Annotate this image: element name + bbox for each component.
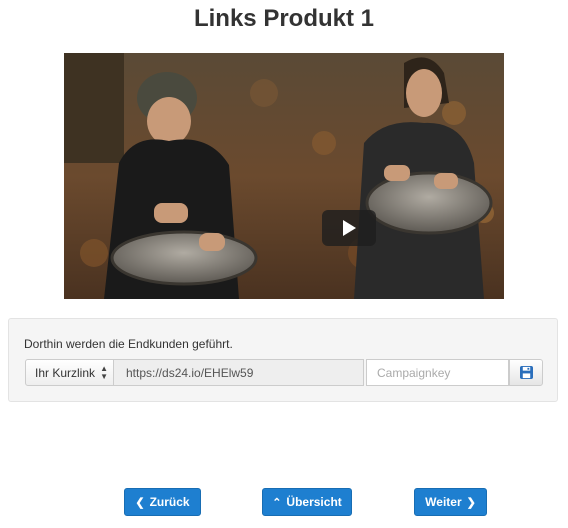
overview-label: Übersicht — [286, 495, 342, 509]
link-panel: Dorthin werden die Endkunden geführt. Ih… — [8, 318, 558, 402]
select-arrows-icon: ▲ ▼ — [100, 364, 108, 381]
link-input-group: Ihr Kurzlink ▲ ▼ https://ds24.io/EHElw59 — [25, 359, 543, 386]
chevron-right-icon: ❯ — [466, 496, 476, 509]
short-url-field[interactable]: https://ds24.io/EHElw59 — [114, 359, 364, 386]
play-icon — [343, 220, 356, 236]
next-button[interactable]: Weiter ❯ — [414, 488, 487, 516]
floppy-disk-icon — [520, 366, 533, 379]
page-title: Links Produkt 1 — [193, 5, 375, 32]
play-button[interactable] — [322, 210, 376, 246]
chevron-left-icon: ❮ — [135, 496, 145, 509]
link-type-select[interactable]: Ihr Kurzlink ▲ ▼ — [25, 359, 114, 386]
video-thumbnail — [64, 53, 504, 299]
overview-button[interactable]: ⌃ Übersicht — [262, 488, 352, 516]
back-label: Zurück — [149, 495, 190, 509]
chevron-up-icon: ⌃ — [272, 496, 282, 509]
next-label: Weiter — [425, 495, 462, 509]
panel-label: Dorthin werden die Endkunden geführt. — [24, 337, 233, 351]
video-player[interactable]: You Tube — [64, 53, 504, 299]
campaign-key-input[interactable] — [366, 359, 509, 386]
link-type-selected: Ihr Kurzlink — [35, 366, 96, 380]
save-button[interactable] — [509, 359, 543, 386]
back-button[interactable]: ❮ Zurück — [124, 488, 201, 516]
